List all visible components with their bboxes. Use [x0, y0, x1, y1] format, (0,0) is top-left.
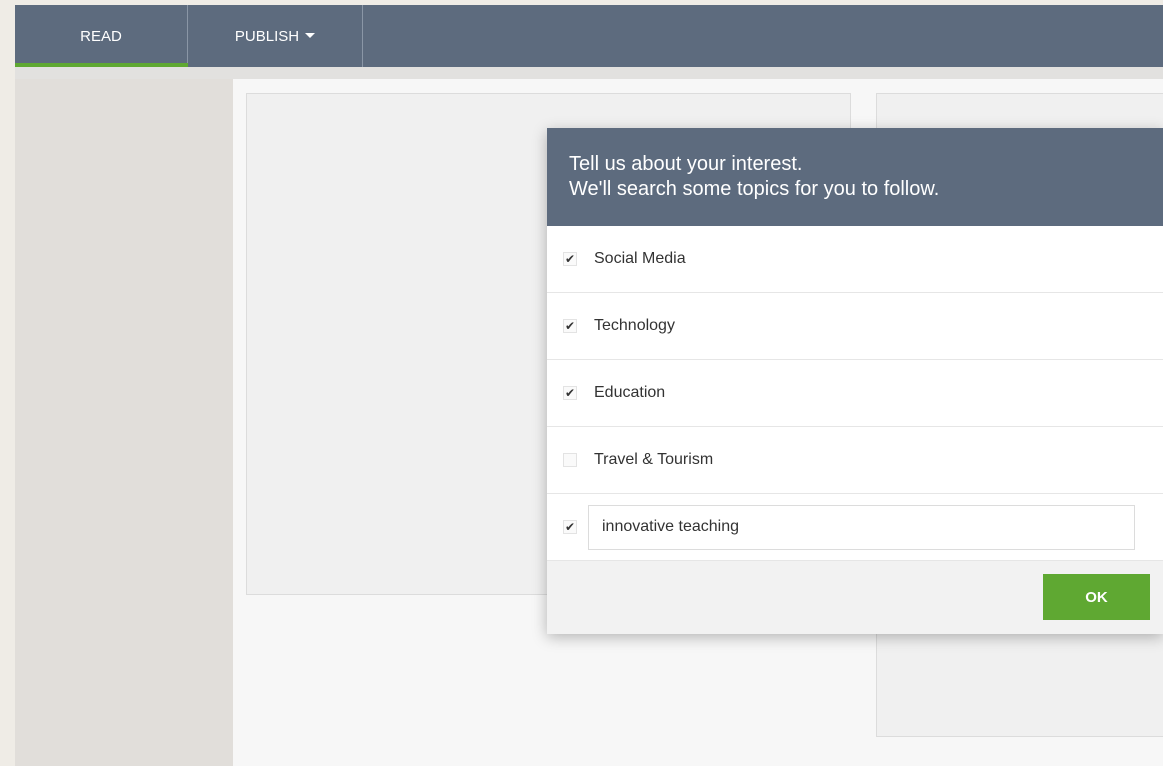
- checkmark-icon: ✔: [564, 520, 576, 534]
- caret-down-icon: [305, 32, 316, 38]
- checkbox-travel-tourism[interactable]: [563, 453, 577, 467]
- dialog-footer: OK: [547, 561, 1163, 634]
- tab-read[interactable]: READ: [15, 5, 188, 67]
- ok-button[interactable]: OK: [1043, 574, 1150, 620]
- interest-dialog: Tell us about your interest. We'll searc…: [547, 128, 1163, 634]
- checkbox-education[interactable]: ✔: [563, 386, 577, 400]
- tab-publish[interactable]: PUBLISH: [188, 5, 363, 67]
- checkbox-social-media[interactable]: ✔: [563, 252, 577, 266]
- top-nav-bar: READ PUBLISH: [15, 5, 1163, 67]
- option-travel-tourism[interactable]: Travel & Tourism: [547, 427, 1163, 494]
- custom-topic-input[interactable]: [588, 504, 1135, 550]
- option-label: Social Media: [594, 250, 686, 267]
- sub-header-strip: [15, 67, 1163, 79]
- dialog-header: Tell us about your interest. We'll searc…: [547, 128, 1163, 226]
- option-education[interactable]: ✔ Education: [547, 360, 1163, 427]
- option-social-media[interactable]: ✔ Social Media: [547, 226, 1163, 293]
- checkbox-technology[interactable]: ✔: [563, 319, 577, 333]
- checkmark-icon: ✔: [564, 252, 576, 266]
- custom-topic-row: ✔: [547, 494, 1163, 561]
- tab-publish-label: PUBLISH: [234, 27, 300, 45]
- dialog-title-line2: We'll search some topics for you to foll…: [569, 178, 940, 200]
- option-label: Education: [594, 384, 666, 401]
- sidebar: [15, 79, 233, 766]
- checkmark-icon: ✔: [564, 386, 576, 400]
- checkmark-icon: ✔: [564, 319, 576, 333]
- dialog-title-line1: Tell us about your interest.: [569, 153, 803, 175]
- checkbox-custom-topic[interactable]: ✔: [563, 520, 577, 534]
- option-technology[interactable]: ✔ Technology: [547, 293, 1163, 360]
- option-label: Travel & Tourism: [594, 451, 714, 468]
- option-label: Technology: [594, 317, 675, 334]
- tab-read-label: READ: [80, 27, 122, 45]
